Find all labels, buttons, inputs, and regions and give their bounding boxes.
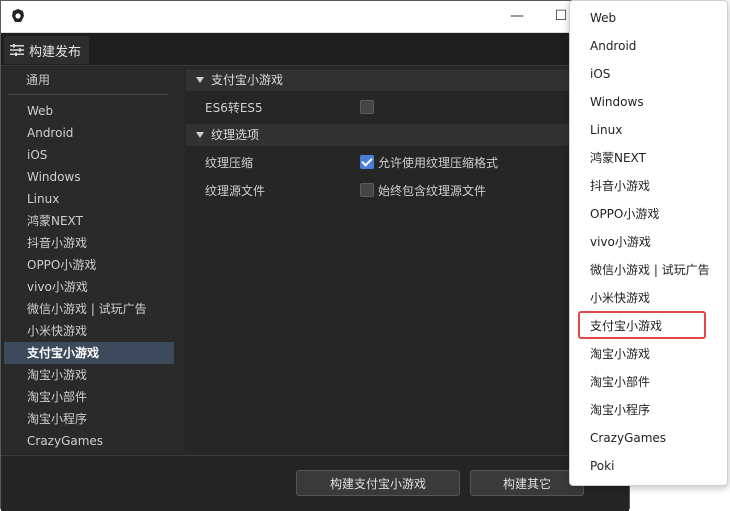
build-other-button[interactable]: 构建其它 bbox=[470, 470, 584, 496]
sidebar-item[interactable]: 淘宝小程序 bbox=[4, 408, 174, 430]
dropdown-item[interactable]: Poki bbox=[590, 456, 614, 476]
dropdown-item[interactable]: Windows bbox=[590, 92, 644, 112]
sidebar-item[interactable]: iOS bbox=[4, 144, 174, 166]
sidebar-item[interactable]: Web bbox=[4, 100, 174, 122]
section-title: 纹理选项 bbox=[211, 128, 260, 142]
collapse-triangle-icon bbox=[196, 77, 204, 83]
sidebar-divider bbox=[8, 94, 168, 95]
dropdown-item[interactable]: Web bbox=[590, 8, 616, 28]
texture-compression-checkbox-text[interactable]: 允许使用纹理压缩格式 bbox=[378, 154, 498, 171]
platform-dropdown-menu: Web Android iOS Windows Linux 鸿蒙NEXT 抖音小游戏 OPPO… bbox=[569, 0, 728, 486]
texture-source-label: 纹理源文件 bbox=[205, 184, 266, 198]
settings-panel: 支付宝小游戏 ES6转ES5 纹理选项 纹理压缩 允许使用纹理压缩格式 纹理源文… bbox=[186, 67, 629, 453]
dropdown-item[interactable]: OPPO小游戏 bbox=[590, 204, 659, 224]
texture-compression-label: 纹理压缩 bbox=[205, 156, 254, 170]
section-header-alipay[interactable]: 支付宝小游戏 bbox=[186, 69, 629, 91]
texture-source-checkbox-text[interactable]: 始终包含纹理源文件 bbox=[378, 182, 486, 199]
tab-build-publish[interactable]: 构建发布 bbox=[4, 36, 90, 64]
dropdown-item[interactable]: 鸿蒙NEXT bbox=[590, 148, 646, 168]
sidebar-item[interactable]: Linux bbox=[4, 188, 174, 210]
tab-bar: 构建发布 bbox=[1, 33, 629, 66]
dropdown-item[interactable]: Linux bbox=[590, 120, 622, 140]
minimize-button[interactable]: — bbox=[509, 8, 525, 24]
footer-bar: 构建支付宝小游戏 构建其它 bbox=[1, 455, 629, 511]
es6-to-es5-checkbox[interactable] bbox=[360, 100, 374, 114]
sidebar-item[interactable]: 淘宝小游戏 bbox=[4, 364, 174, 386]
build-alipay-button[interactable]: 构建支付宝小游戏 bbox=[296, 470, 460, 496]
selection-highlight-box bbox=[578, 311, 706, 339]
sidebar-item[interactable]: OPPO小游戏 bbox=[4, 254, 174, 276]
dropdown-item[interactable]: 小米快游戏 bbox=[590, 288, 650, 308]
sidebar-item[interactable]: 抖音小游戏 bbox=[4, 232, 174, 254]
title-bar: — ☐ bbox=[1, 1, 629, 33]
dropdown-item[interactable]: Android bbox=[590, 36, 636, 56]
sidebar-item[interactable]: 鸿蒙NEXT bbox=[4, 210, 174, 232]
collapse-triangle-icon bbox=[196, 132, 204, 138]
dropdown-item[interactable]: vivo小游戏 bbox=[590, 232, 651, 252]
dropdown-item[interactable]: 抖音小游戏 bbox=[590, 176, 650, 196]
sidebar-item[interactable]: CrazyGames bbox=[4, 430, 174, 452]
sidebar-item[interactable]: Windows bbox=[4, 166, 174, 188]
sidebar-item[interactable]: 淘宝小部件 bbox=[4, 386, 174, 408]
texture-compression-checkbox[interactable] bbox=[360, 155, 374, 169]
dropdown-item[interactable]: 淘宝小程序 bbox=[590, 400, 650, 420]
sidebar-item[interactable]: 小米快游戏 bbox=[4, 320, 174, 342]
dropdown-item[interactable]: 淘宝小部件 bbox=[590, 372, 650, 392]
texture-source-checkbox[interactable] bbox=[360, 183, 374, 197]
sidebar-item[interactable]: Android bbox=[4, 122, 174, 144]
dropdown-item[interactable]: CrazyGames bbox=[590, 428, 666, 448]
maximize-button[interactable]: ☐ bbox=[553, 8, 569, 24]
build-publish-window: — ☐ 构建发布 通用 Web Android iOS Windows Linux 鸿蒙N… bbox=[0, 0, 630, 511]
es6-to-es5-label: ES6转ES5 bbox=[205, 101, 263, 115]
dropdown-item[interactable]: 淘宝小游戏 bbox=[590, 344, 650, 364]
settings-sliders-icon bbox=[10, 44, 24, 56]
tab-label: 构建发布 bbox=[29, 44, 82, 60]
dropdown-item[interactable]: iOS bbox=[590, 64, 610, 84]
sidebar-item[interactable]: vivo小游戏 bbox=[4, 276, 174, 298]
dropdown-item[interactable]: 微信小游戏 | 试玩广告 bbox=[590, 260, 710, 280]
sidebar-item[interactable]: 支付宝小游戏 bbox=[4, 342, 174, 364]
app-logo-icon bbox=[12, 9, 24, 22]
section-header-texture[interactable]: 纹理选项 bbox=[186, 124, 629, 146]
sidebar-general[interactable]: 通用 bbox=[26, 71, 50, 88]
platform-sidebar: 通用 Web Android iOS Windows Linux 鸿蒙NEXT 抖音小游戏 O… bbox=[4, 67, 184, 453]
section-title: 支付宝小游戏 bbox=[211, 73, 284, 87]
sidebar-item[interactable]: 微信小游戏 | 试玩广告 bbox=[4, 298, 174, 320]
